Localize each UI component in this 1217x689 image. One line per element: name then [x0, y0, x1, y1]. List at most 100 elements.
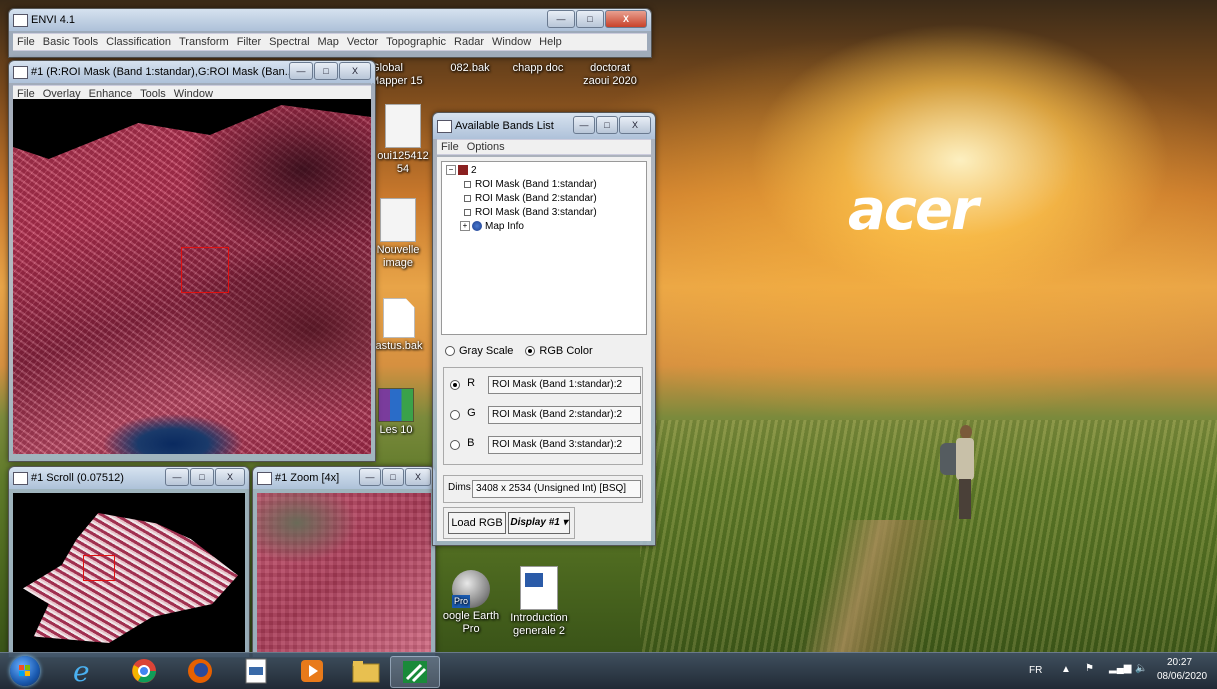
menu-file[interactable]: File: [437, 140, 463, 154]
taskbar-firefox[interactable]: [176, 656, 224, 686]
tree-band-3[interactable]: ROI Mask (Band 3:standar): [462, 206, 597, 220]
folder-icon: [352, 661, 380, 683]
window-title: #1 Zoom [4x]: [275, 472, 340, 484]
blue-band-field[interactable]: ROI Mask (Band 3:standar):2: [488, 436, 641, 454]
green-band-field[interactable]: ROI Mask (Band 2:standar):2: [488, 406, 641, 424]
desktop-icon-google-earth-pro[interactable]: Pro oogle Earth Pro: [440, 570, 502, 636]
collapse-icon[interactable]: −: [446, 165, 456, 176]
band-icon: [464, 208, 471, 216]
zoom-region-box[interactable]: [181, 247, 229, 293]
image-window-titlebar[interactable]: #1 (R:ROI Mask (Band 1:standar),G:ROI Ma…: [9, 61, 375, 83]
desktop-icon-label: 082.bak: [450, 62, 490, 74]
bands-list-titlebar[interactable]: Available Bands List — □ X: [433, 113, 655, 139]
taskbar-envi[interactable]: [390, 656, 440, 688]
globe-icon: [472, 221, 482, 232]
scroll-overview-canvas[interactable]: [13, 493, 245, 653]
desktop-icon-nouvelle-image[interactable]: Nouvelle image: [374, 198, 422, 270]
zoom-canvas[interactable]: [257, 493, 431, 653]
menu-options[interactable]: Options: [463, 140, 509, 154]
desktop-icon-082-bak[interactable]: 082.bak: [440, 62, 500, 75]
media-player-icon: [301, 660, 323, 682]
desktop-icon-label: oogle Earth Pro: [442, 610, 500, 635]
menu-file[interactable]: File: [13, 34, 39, 50]
taskbar-internet-explorer[interactable]: e: [58, 656, 106, 686]
green-radio[interactable]: [450, 410, 460, 420]
desktop-icon-chapp-doc[interactable]: chapp doc: [508, 62, 568, 75]
band-label: ROI Mask (Band 2:standar): [475, 193, 597, 204]
tree-root[interactable]: −2: [446, 164, 477, 178]
menu-transform[interactable]: Transform: [175, 34, 233, 50]
clock-date[interactable]: 08/06/2020: [1157, 671, 1207, 682]
desktop-icon-astus-bak[interactable]: astus.bak: [374, 298, 424, 353]
radio-icon[interactable]: [445, 346, 455, 357]
close-button[interactable]: X: [339, 62, 371, 80]
rgb-color-option[interactable]: RGB Color: [525, 345, 593, 357]
start-button[interactable]: [10, 656, 40, 686]
maximize-button[interactable]: □: [576, 10, 604, 28]
red-band-field[interactable]: ROI Mask (Band 1:standar):2: [488, 376, 641, 394]
desktop-icon-oui125412[interactable]: oui125412 54: [374, 104, 432, 176]
taskbar-file-explorer[interactable]: [342, 656, 390, 686]
menu-filter[interactable]: Filter: [233, 34, 265, 50]
minimize-button[interactable]: —: [359, 468, 381, 486]
scroll-window-titlebar[interactable]: #1 Scroll (0.07512) — □ X: [9, 467, 249, 489]
envi-main-titlebar[interactable]: ENVI 4.1 — □ X: [9, 9, 651, 31]
tree-band-1[interactable]: ROI Mask (Band 1:standar): [462, 178, 597, 192]
clock-time[interactable]: 20:27: [1167, 657, 1192, 668]
minimize-button[interactable]: —: [289, 62, 313, 80]
overview-image: [23, 513, 238, 643]
menu-help[interactable]: Help: [535, 34, 566, 50]
band-tree[interactable]: −2 ROI Mask (Band 1:standar) ROI Mask (B…: [441, 161, 647, 335]
tree-root-label: 2: [471, 165, 477, 176]
menu-radar[interactable]: Radar: [450, 34, 488, 50]
menu-topographic[interactable]: Topographic: [382, 34, 450, 50]
desktop-icon-label: Introduction generale 2: [510, 612, 568, 637]
maximize-button[interactable]: □: [596, 116, 618, 134]
taskbar-chrome[interactable]: [120, 656, 168, 686]
taskbar-notepad[interactable]: [232, 656, 280, 686]
menu-basic-tools[interactable]: Basic Tools: [39, 34, 102, 50]
minimize-button[interactable]: —: [547, 10, 575, 28]
close-button[interactable]: X: [215, 468, 245, 486]
action-center-flag-icon[interactable]: ⚑: [1085, 663, 1094, 674]
gray-scale-option[interactable]: Gray Scale: [445, 345, 513, 357]
language-indicator[interactable]: FR: [1029, 665, 1042, 676]
radio-selected-icon[interactable]: [525, 346, 536, 357]
firefox-icon: [188, 659, 212, 683]
close-button[interactable]: X: [405, 468, 431, 486]
load-rgb-button[interactable]: Load RGB: [448, 512, 506, 534]
menu-window[interactable]: Window: [488, 34, 535, 50]
display-select-button[interactable]: Display #1 ▾: [508, 512, 570, 534]
green-label: G: [467, 406, 476, 419]
tree-map-info[interactable]: + Map Info: [460, 220, 524, 234]
taskbar-media-player[interactable]: [288, 656, 336, 686]
show-hidden-icons-icon[interactable]: ▲: [1061, 664, 1071, 675]
menu-map[interactable]: Map: [314, 34, 343, 50]
network-signal-icon[interactable]: ▂▄▆: [1109, 663, 1131, 674]
maximize-button[interactable]: □: [190, 468, 214, 486]
blue-radio[interactable]: [450, 440, 460, 450]
maximize-button[interactable]: □: [314, 62, 338, 80]
desktop-icon-introduction-generale[interactable]: Introduction generale 2: [506, 566, 572, 638]
menu-spectral[interactable]: Spectral: [265, 34, 313, 50]
desktop-icon-label: doctorat zaoui 2020: [583, 62, 637, 87]
desktop-icon-doctorat[interactable]: doctorat zaoui 2020: [572, 62, 648, 88]
tree-band-2[interactable]: ROI Mask (Band 2:standar): [462, 192, 597, 206]
minimize-button[interactable]: —: [573, 116, 595, 134]
expand-icon[interactable]: +: [460, 221, 470, 232]
maximize-button[interactable]: □: [382, 468, 404, 486]
close-button[interactable]: X: [619, 116, 651, 134]
bands-list-body: −2 ROI Mask (Band 1:standar) ROI Mask (B…: [437, 157, 651, 541]
desktop-icon-les-10[interactable]: Les 10: [376, 388, 416, 437]
wallpaper-brand-logo: acer: [848, 178, 979, 243]
close-button[interactable]: X: [605, 10, 647, 28]
scroll-region-box[interactable]: [83, 555, 115, 581]
menu-vector[interactable]: Vector: [343, 34, 382, 50]
menu-classification[interactable]: Classification: [102, 34, 175, 50]
red-radio[interactable]: [450, 380, 460, 390]
minimize-button[interactable]: —: [165, 468, 189, 486]
zoom-window-titlebar[interactable]: #1 Zoom [4x] — □ X: [253, 467, 435, 489]
file-icon: [458, 165, 468, 176]
satellite-image-canvas[interactable]: [13, 99, 371, 454]
volume-icon[interactable]: 🔈: [1135, 663, 1147, 674]
